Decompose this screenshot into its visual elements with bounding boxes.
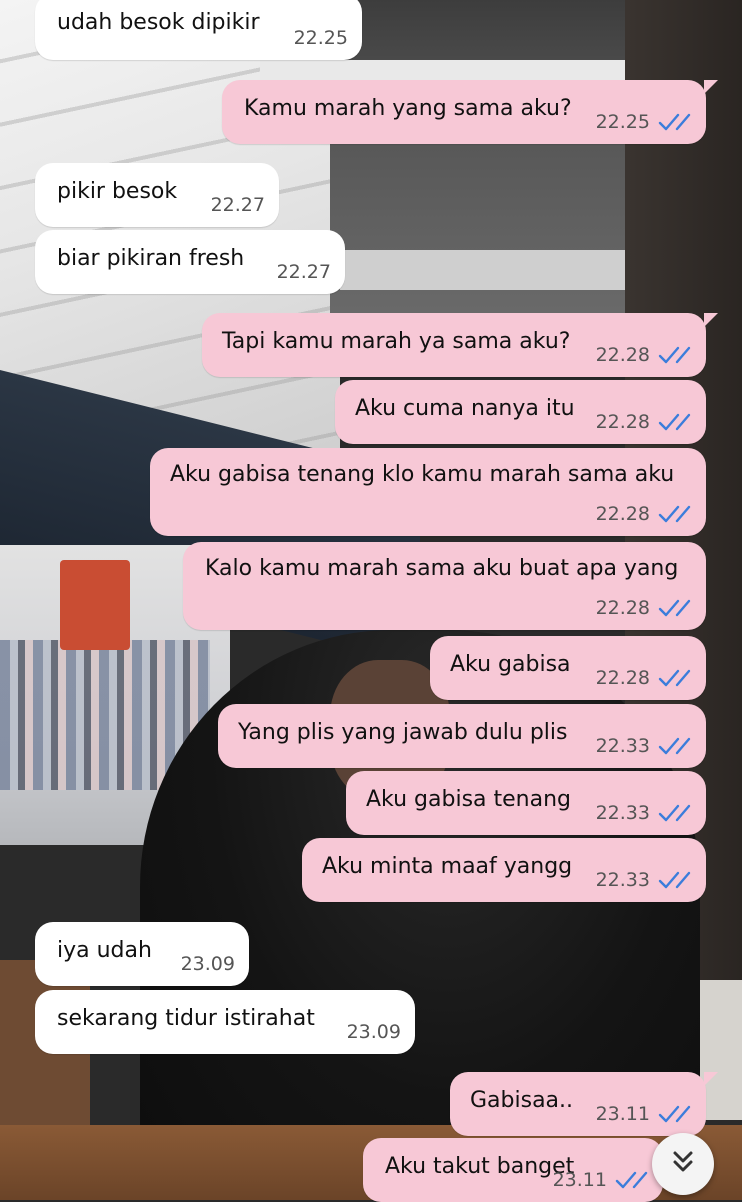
- message-text: biar pikiran fresh: [57, 246, 245, 271]
- message-text: Gabisaa..: [470, 1088, 574, 1113]
- message-meta: 22.28: [596, 407, 692, 437]
- message-text: Aku cuma nanya itu: [355, 396, 575, 421]
- message-text: Aku gabisa: [450, 652, 571, 677]
- message-meta: 22.28: [596, 340, 692, 370]
- message-text: Kalo kamu marah sama aku buat apa yang: [205, 556, 679, 581]
- double-check-icon: [658, 413, 691, 431]
- incoming-message[interactable]: biar pikiran fresh 22.27: [35, 230, 345, 294]
- message-text: Aku gabisa tenang: [366, 787, 572, 812]
- message-list[interactable]: udah besok dipikir 22.25 Kamu marah yang s…: [0, 0, 742, 1202]
- message-time: 23.11: [552, 1169, 607, 1191]
- message-meta: 22.27: [277, 257, 331, 287]
- double-check-icon: [615, 1171, 648, 1189]
- double-check-icon: [658, 346, 691, 364]
- message-meta: 22.25: [596, 107, 692, 137]
- message-meta: 22.27: [211, 190, 265, 220]
- message-text: udah besok dipikir: [57, 10, 260, 35]
- outgoing-message[interactable]: Aku gabisa tenang klo kamu marah sama ak…: [150, 448, 706, 536]
- message-meta: 23.11: [596, 1099, 692, 1129]
- double-check-icon: [658, 505, 691, 523]
- message-time: 23.11: [595, 1103, 650, 1125]
- scroll-down-button[interactable]: [652, 1133, 714, 1195]
- outgoing-message[interactable]: Gabisaa.. 23.11: [450, 1072, 718, 1136]
- message-meta: 22.28: [596, 593, 692, 623]
- message-time: 22.28: [595, 411, 650, 433]
- message-time: 23.09: [346, 1021, 401, 1043]
- message-time: 22.27: [276, 261, 331, 283]
- incoming-message[interactable]: udah besok dipikir 22.25: [35, 0, 362, 60]
- outgoing-message[interactable]: Kamu marah yang sama aku? 22.25: [222, 80, 718, 144]
- message-meta: 23.09: [181, 949, 235, 979]
- message-meta: 22.28: [596, 499, 692, 529]
- message-time: 22.25: [293, 27, 348, 49]
- message-text: Yang plis yang jawab dulu plis: [238, 720, 568, 745]
- message-time: 22.33: [595, 735, 650, 757]
- message-text: iya udah: [57, 938, 152, 963]
- double-check-icon: [658, 804, 691, 822]
- message-time: 22.28: [595, 667, 650, 689]
- outgoing-message[interactable]: Yang plis yang jawab dulu plis 22.33: [218, 704, 706, 768]
- message-time: 22.33: [595, 869, 650, 891]
- double-check-icon: [658, 599, 691, 617]
- message-meta: 22.33: [596, 865, 692, 895]
- incoming-message[interactable]: pikir besok 22.27: [35, 163, 279, 227]
- message-time: 22.25: [595, 111, 650, 133]
- message-meta: 22.25: [294, 23, 348, 53]
- chevron-double-down-icon: [668, 1147, 698, 1181]
- message-meta: 22.33: [596, 731, 692, 761]
- message-time: 22.28: [595, 344, 650, 366]
- bubble-tail: [704, 1072, 718, 1086]
- message-time: 22.27: [210, 194, 265, 216]
- outgoing-message[interactable]: Aku gabisa tenang 22.33: [346, 771, 706, 835]
- message-time: 22.28: [595, 597, 650, 619]
- message-text: Aku takut banget: [385, 1154, 575, 1179]
- message-time: 22.33: [595, 802, 650, 824]
- incoming-message[interactable]: iya udah 23.09: [35, 922, 249, 986]
- outgoing-message[interactable]: Aku takut banget 23.11: [363, 1138, 663, 1202]
- message-text: Aku minta maaf yangg: [322, 854, 573, 879]
- message-time: 23.09: [180, 953, 235, 975]
- double-check-icon: [658, 871, 691, 889]
- message-time: 22.28: [595, 503, 650, 525]
- outgoing-message[interactable]: Aku minta maaf yangg 22.33: [302, 838, 706, 902]
- incoming-message[interactable]: sekarang tidur istirahat 23.09: [35, 990, 415, 1054]
- double-check-icon: [658, 113, 691, 131]
- message-text: Kamu marah yang sama aku?: [244, 96, 572, 121]
- outgoing-message[interactable]: Aku gabisa 22.28: [430, 636, 706, 700]
- bubble-tail: [704, 80, 718, 94]
- message-text: pikir besok: [57, 179, 178, 204]
- outgoing-message[interactable]: Aku cuma nanya itu 22.28: [335, 380, 706, 444]
- double-check-icon: [658, 1105, 691, 1123]
- message-meta: 22.28: [596, 663, 692, 693]
- message-text: Tapi kamu marah ya sama aku?: [222, 329, 571, 354]
- bubble-tail: [704, 313, 718, 327]
- message-meta: 23.11: [553, 1165, 649, 1195]
- message-meta: 23.09: [347, 1017, 401, 1047]
- message-text: sekarang tidur istirahat: [57, 1006, 315, 1031]
- outgoing-message[interactable]: Kalo kamu marah sama aku buat apa yang 22…: [183, 542, 706, 630]
- message-text: Aku gabisa tenang klo kamu marah sama ak…: [170, 462, 675, 487]
- message-meta: 22.33: [596, 798, 692, 828]
- double-check-icon: [658, 737, 691, 755]
- outgoing-message[interactable]: Tapi kamu marah ya sama aku? 22.28: [202, 313, 718, 377]
- double-check-icon: [658, 669, 691, 687]
